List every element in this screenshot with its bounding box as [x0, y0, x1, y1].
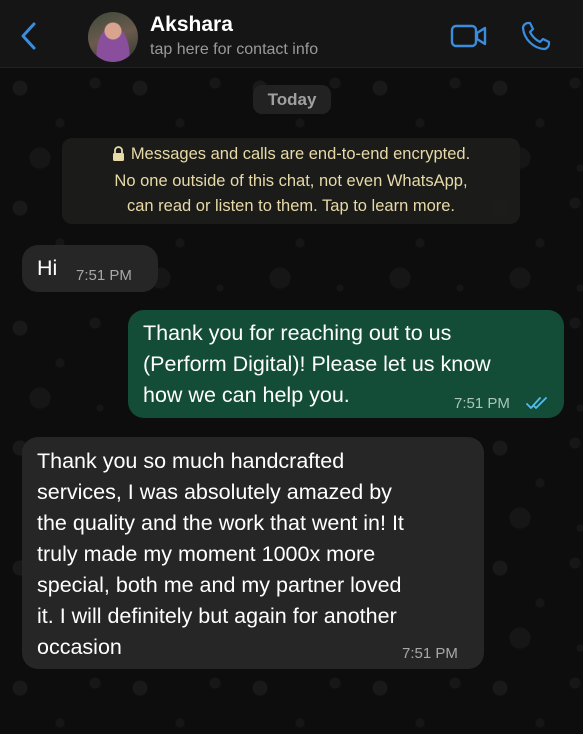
message-line: special, both me and my partner loved	[37, 573, 402, 597]
message-line: occasion	[37, 635, 122, 659]
message-line: truly made my moment 1000x more	[37, 542, 376, 566]
contact-name[interactable]: Akshara	[150, 13, 233, 37]
read-receipt-icon	[526, 397, 547, 409]
encryption-line-1: Messages and calls are end-to-end encryp…	[62, 142, 520, 169]
chevron-left-icon	[21, 22, 36, 50]
message-time: 7:51 PM	[76, 267, 132, 284]
back-button[interactable]	[14, 20, 42, 52]
phone-icon	[521, 21, 551, 51]
message-time: 7:51 PM	[402, 645, 458, 662]
encryption-text-1: Messages and calls are end-to-end encryp…	[130, 145, 471, 163]
encryption-line-2: No one outside of this chat, not even Wh…	[114, 172, 468, 190]
chat-header: Akshara tap here for contact info	[0, 0, 583, 68]
message-line: Thank you for reaching out to us	[143, 321, 452, 345]
date-separator: Today	[253, 85, 331, 114]
message-text: Hi	[37, 256, 58, 280]
contact-info-hint[interactable]: tap here for contact info	[150, 41, 318, 59]
encryption-notice[interactable]: Messages and calls are end-to-end encryp…	[62, 138, 520, 224]
message-bubble-incoming[interactable]: Hi 7:51 PM	[22, 245, 158, 292]
message-bubble-outgoing[interactable]: Thank you for reaching out to us (Perfor…	[128, 310, 564, 418]
message-line: the quality and the work that went in! I…	[37, 511, 404, 535]
message-line: how we can help you.	[143, 383, 350, 407]
message-line: Thank you so much handcrafted	[37, 449, 345, 473]
message-line: services, I was absolutely amazed by	[37, 480, 392, 504]
encryption-line-3: can read or listen to them. Tap to learn…	[126, 197, 456, 215]
video-call-button[interactable]	[450, 22, 488, 50]
message-time: 7:51 PM	[454, 395, 510, 412]
message-line: (Perform Digital)! Please let us know	[143, 352, 491, 376]
message-bubble-incoming[interactable]: Thank you so much handcrafted services, …	[22, 437, 484, 669]
message-line: it. I will definitely but again for anot…	[37, 604, 397, 628]
video-camera-icon	[450, 24, 487, 48]
avatar[interactable]	[88, 12, 138, 62]
lock-icon	[112, 144, 125, 169]
voice-call-button[interactable]	[520, 20, 552, 52]
